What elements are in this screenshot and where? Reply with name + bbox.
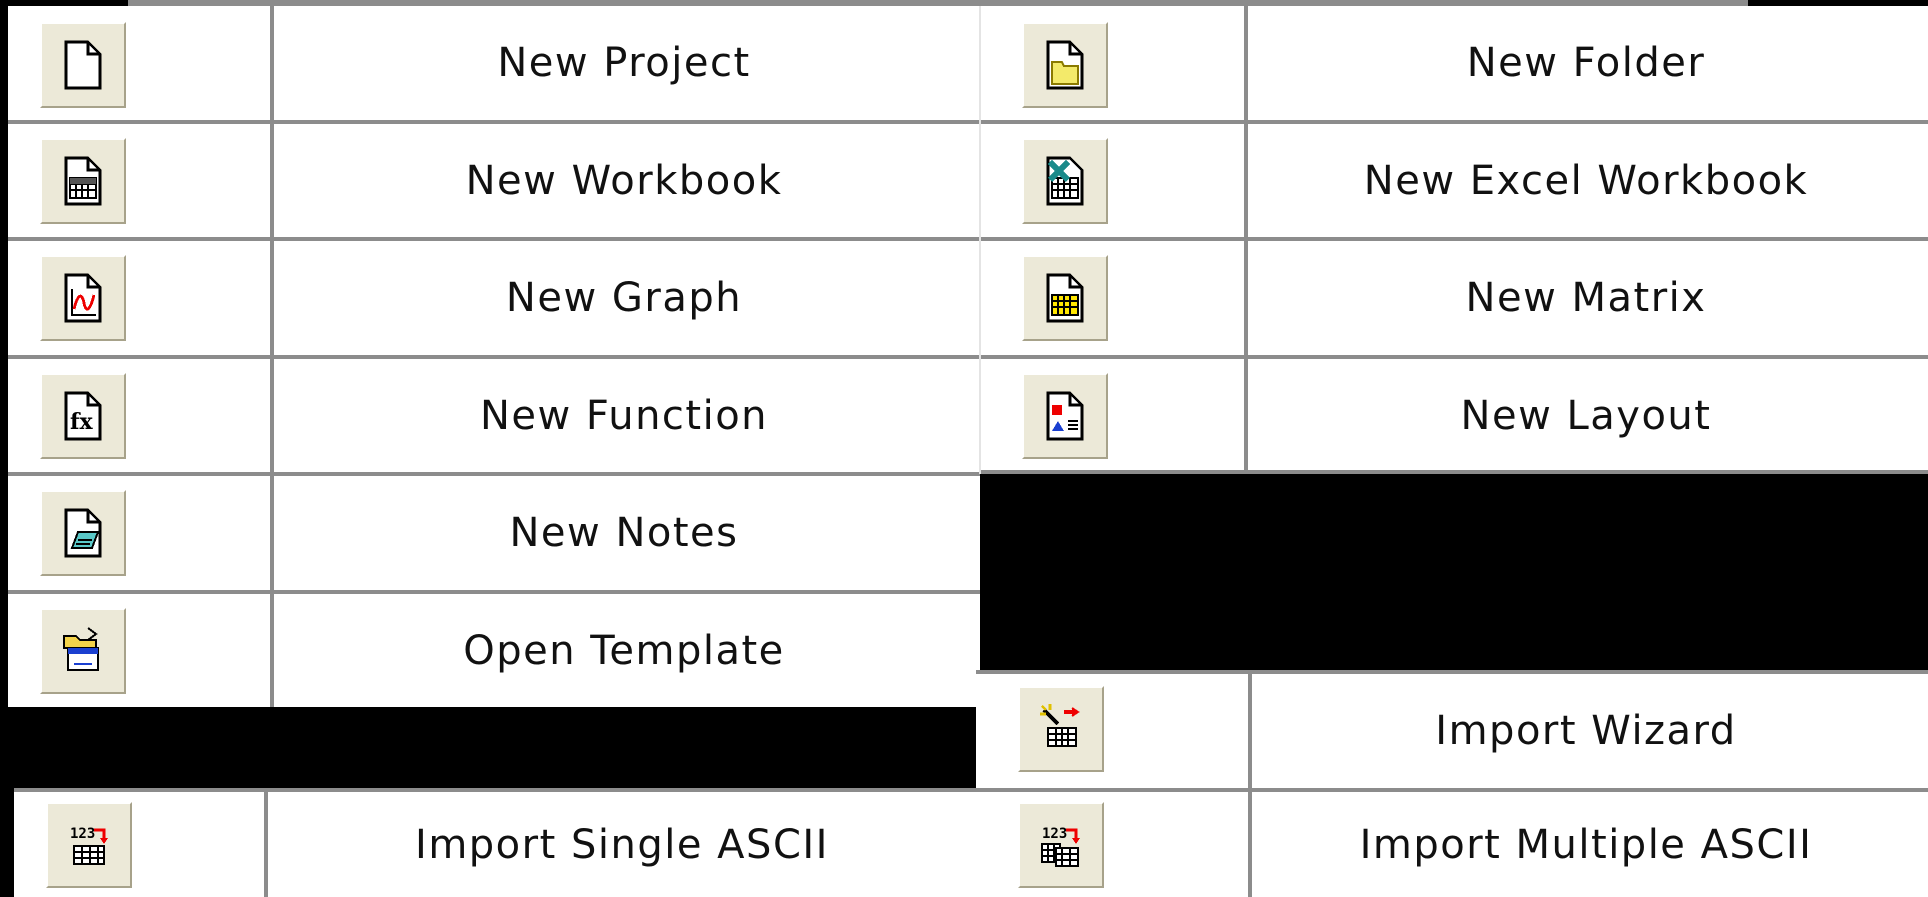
import-wizard-button[interactable]: Import Wizard	[976, 674, 1928, 788]
new-layout-label: New Layout	[1460, 392, 1712, 439]
new-function-button[interactable]: fx New Function	[8, 359, 974, 472]
new-excel-workbook-button[interactable]: New Excel Workbook	[980, 124, 1928, 237]
new-notes-label: New Notes	[509, 510, 739, 556]
new-graph-button[interactable]: New Graph	[8, 241, 974, 355]
new-matrix-button[interactable]: New Matrix	[980, 241, 1928, 355]
import-wizard-icon	[1018, 686, 1104, 772]
blank-document-icon	[40, 22, 126, 108]
new-matrix-label: New Matrix	[1465, 275, 1707, 321]
workbook-grid-icon	[40, 138, 126, 224]
matrix-icon	[1022, 255, 1108, 341]
new-project-button[interactable]: New Project	[8, 6, 974, 120]
new-project-label: New Project	[497, 40, 751, 86]
graph-icon	[40, 255, 126, 341]
import-multiple-ascii-label: Import Multiple ASCII	[1359, 821, 1813, 868]
svg-text:123: 123	[70, 826, 95, 842]
new-excel-workbook-label: New Excel Workbook	[1363, 157, 1809, 204]
import-single-ascii-button[interactable]: 123 Import Single ASCII	[14, 792, 976, 897]
svg-text:fx: fx	[70, 409, 93, 435]
layout-page-icon	[1022, 373, 1108, 459]
import-single-ascii-label: Import Single ASCII	[415, 821, 829, 868]
function-fx-icon: fx	[40, 373, 126, 459]
import-multiple-ascii-icon: 123	[1018, 802, 1104, 888]
open-template-label: Open Template	[463, 627, 785, 674]
excel-workbook-icon	[1022, 138, 1108, 224]
notes-icon	[40, 490, 126, 576]
new-workbook-button[interactable]: New Workbook	[8, 124, 974, 237]
open-template-icon	[40, 608, 126, 694]
new-graph-label: New Graph	[505, 275, 743, 321]
import-single-ascii-icon: 123	[46, 802, 132, 888]
import-multiple-ascii-button[interactable]: 123 Import Multiple ASCII	[976, 792, 1928, 897]
new-layout-button[interactable]: New Layout	[980, 359, 1928, 472]
new-notes-button[interactable]: New Notes	[8, 476, 974, 590]
import-wizard-label: Import Wizard	[1435, 708, 1737, 754]
new-folder-button[interactable]: New Folder	[980, 6, 1928, 120]
open-template-button[interactable]: Open Template	[8, 594, 974, 707]
button-grid: New Project New Folder New Workbook New …	[0, 0, 1928, 897]
new-folder-icon	[1022, 22, 1108, 108]
new-workbook-label: New Workbook	[465, 157, 783, 204]
new-folder-label: New Folder	[1466, 40, 1706, 86]
svg-text:123: 123	[1042, 826, 1067, 842]
new-function-label: New Function	[479, 392, 769, 439]
